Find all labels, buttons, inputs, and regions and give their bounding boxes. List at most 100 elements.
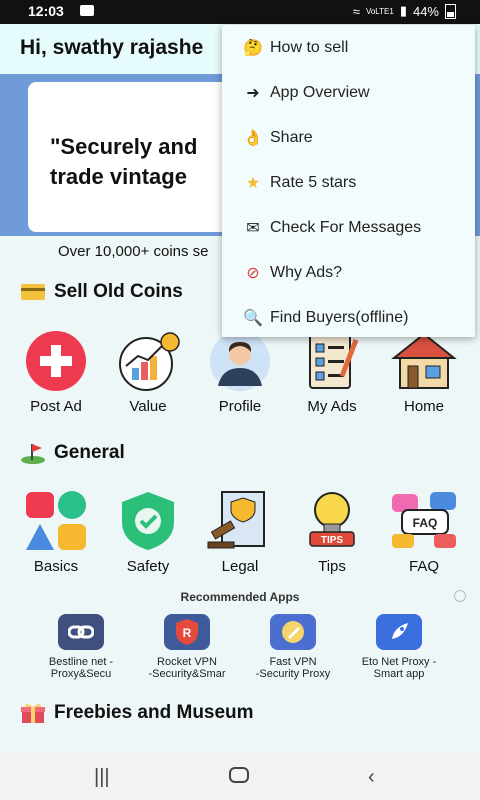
menu-item-why-ads[interactable]: ⊘ Why Ads? (242, 258, 342, 288)
basics-label: Basics (33, 558, 79, 575)
recommended-apps-list: Bestline net - Proxy&Secu R Rocket VPN -… (28, 614, 452, 680)
app-fast-vpn[interactable]: Fast VPN -Security Proxy (240, 614, 346, 680)
gallery-icon (80, 5, 94, 16)
legal-button[interactable]: Legal (194, 490, 286, 575)
freebies-section-label: Freebies and Museum (54, 702, 254, 723)
person-icon (204, 330, 276, 392)
profile-button[interactable]: Profile (194, 330, 286, 415)
clipboard-icon (296, 330, 368, 392)
recommended-apps-title: Recommended Apps (180, 590, 300, 604)
faq-button[interactable]: FAQ FAQ (378, 490, 470, 575)
menu-item-why-ads-label: Why Ads? (270, 264, 343, 281)
app-bestline-line1: Bestline net - (48, 656, 114, 668)
freebies-section-title: Freebies and Museum (20, 702, 254, 724)
shield-icon (112, 490, 184, 552)
menu-item-how-to-sell-label: How to sell (270, 39, 349, 56)
sell-section-title: Sell Old Coins (20, 281, 183, 303)
home-nav-icon[interactable] (229, 766, 249, 789)
golf-flag-icon (21, 444, 45, 464)
info-icon[interactable] (454, 590, 466, 602)
general-section-title: General (20, 442, 125, 464)
profile-label: Profile (218, 398, 262, 415)
app-rocket-vpn-line1: Rocket VPN (157, 656, 217, 668)
general-icon-row: Basics Safety Legal TIPS Tips FAQ FAQ (0, 490, 480, 575)
menu-item-app-overview[interactable]: ➜ App Overview (242, 78, 370, 108)
ok-hand-icon: 👌 (243, 130, 263, 147)
shapes-icon (20, 490, 92, 552)
svg-text:FAQ: FAQ (413, 516, 438, 530)
my-ads-label: My Ads (307, 398, 357, 415)
no-entry-icon: ⊘ (246, 265, 260, 282)
status-time: 12:03 (28, 3, 64, 19)
sell-icon-row: Post Ad Value Profile My Ads Home (0, 330, 480, 415)
app-rocket-vpn[interactable]: R Rocket VPN -Security&Smar (134, 614, 240, 680)
thinking-face-icon: 🤔 (243, 40, 263, 57)
app-rocket-vpn-line2: -Security&Smar (148, 668, 226, 680)
greeting: Hi, swathy rajashe (20, 36, 204, 59)
menu-item-rate[interactable]: ★ Rate 5 stars (242, 168, 356, 198)
value-button[interactable]: Value (102, 330, 194, 415)
app-eto-net-proxy[interactable]: Eto Net Proxy - Smart app (346, 614, 452, 680)
signal-icon: ▮ (399, 3, 407, 18)
menu-item-app-overview-label: App Overview (270, 84, 370, 101)
battery-text: 44% (412, 3, 439, 19)
banner-subline: Over 10,000+ coins se (58, 243, 209, 260)
post-ad-label: Post Ad (30, 398, 82, 415)
app-bestline[interactable]: Bestline net - Proxy&Secu (28, 614, 134, 680)
faq-icon: FAQ (388, 490, 460, 552)
plus-circle-icon (20, 330, 92, 392)
home-button[interactable]: Home (378, 330, 470, 415)
magnifier-icon: 🔍 (243, 310, 263, 327)
star-icon: ★ (245, 175, 261, 192)
faq-label: FAQ (408, 558, 439, 575)
house-icon (388, 330, 460, 392)
back-nav-icon[interactable]: ‹ (368, 766, 375, 789)
value-label: Value (129, 398, 167, 415)
network-label: VoLTE1 (365, 6, 394, 16)
tips-label: Tips (318, 558, 346, 575)
safety-label: Safety (126, 558, 170, 575)
menu-item-find-buyers-label: Find Buyers(offline) (270, 309, 409, 326)
safety-button[interactable]: Safety (102, 490, 194, 575)
system-nav-bar: ||| ‹ (0, 752, 480, 800)
chart-coin-icon (112, 330, 184, 392)
menu-item-check-messages[interactable]: ✉ Check For Messages (242, 213, 421, 243)
general-section-label: General (54, 442, 125, 463)
gift-icon (21, 704, 45, 723)
menu-item-find-buyers[interactable]: 🔍 Find Buyers(offline) (242, 303, 408, 333)
status-bar: 12:03 ≈ VoLTE1 ▮ 44% (0, 0, 480, 24)
app-eto-net-proxy-line2: Smart app (373, 668, 425, 680)
sell-section-label: Sell Old Coins (54, 281, 183, 302)
my-ads-button[interactable]: My Ads (286, 330, 378, 415)
home-label: Home (403, 398, 444, 415)
app-bestline-line2: Proxy&Secu (50, 668, 112, 680)
app-fast-vpn-line1: Fast VPN (269, 656, 317, 668)
login-arrow-icon: ➜ (246, 85, 260, 102)
recommended-apps-panel: Recommended Apps Bestline net - Proxy&Se… (0, 588, 480, 698)
wifi-icon: ≈ (352, 3, 360, 19)
legal-icon (204, 490, 276, 552)
basics-button[interactable]: Basics (10, 490, 102, 575)
menu-item-share-label: Share (270, 129, 313, 146)
rocket-blue-icon (376, 614, 422, 650)
battery-icon (445, 3, 456, 19)
post-ad-button[interactable]: Post Ad (10, 330, 102, 415)
app-eto-net-proxy-line1: Eto Net Proxy - (361, 656, 437, 668)
svg-text:TIPS: TIPS (321, 535, 344, 546)
app-fast-vpn-line2: -Security Proxy (255, 668, 331, 680)
menu-item-share[interactable]: 👌 Share (242, 123, 313, 153)
bulb-icon: TIPS (296, 490, 368, 552)
menu-item-check-messages-label: Check For Messages (270, 219, 422, 236)
rocket-icon (270, 614, 316, 650)
menu-item-how-to-sell[interactable]: 🤔 How to sell (242, 33, 348, 63)
tips-button[interactable]: TIPS Tips (286, 490, 378, 575)
legal-label: Legal (221, 558, 259, 575)
svg-text:R: R (183, 626, 192, 640)
menu-item-rate-label: Rate 5 stars (270, 174, 357, 191)
recent-apps-icon[interactable]: ||| (94, 766, 110, 789)
link-icon (58, 614, 104, 650)
r-shield-icon: R (164, 614, 210, 650)
status-right: ≈ VoLTE1 ▮ 44% (353, 3, 456, 19)
mail-icon: ✉ (246, 220, 260, 237)
credit-card-icon (21, 284, 45, 300)
